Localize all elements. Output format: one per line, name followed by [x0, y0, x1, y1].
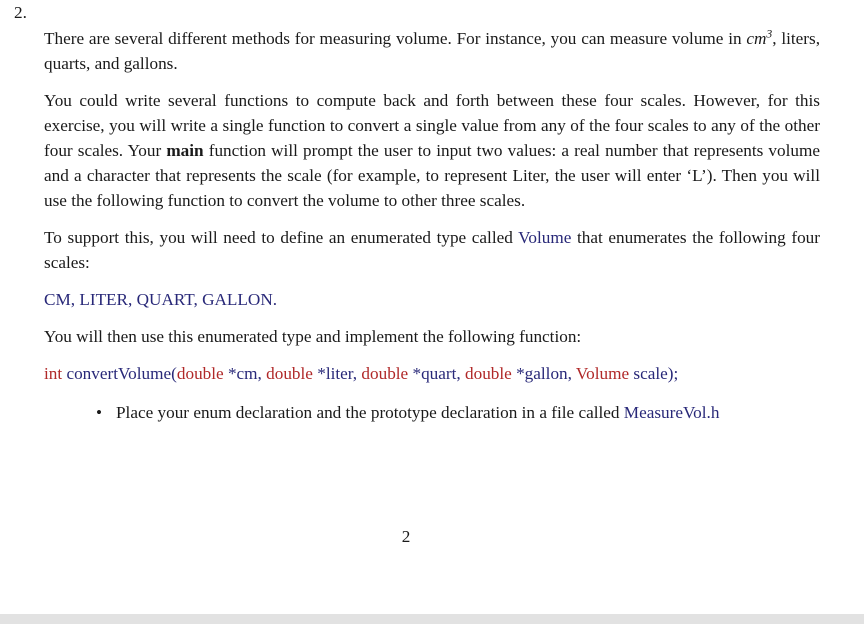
unit-symbol: cm	[746, 29, 767, 48]
signature-param4-type: double	[465, 364, 512, 383]
list-item-number: 2.	[14, 3, 27, 22]
function-signature-line: int convertVolume(double *cm, double *li…	[44, 361, 820, 386]
signature-param4-name: *gallon,	[511, 364, 576, 383]
bottom-strip	[0, 614, 864, 624]
signature-param5-name: scale);	[633, 364, 679, 383]
signature-param1-type: double	[176, 364, 224, 383]
requirements-bullet-list: • Place your enum declaration and the pro…	[44, 400, 820, 425]
list-item: • Place your enum declaration and the pro…	[72, 400, 820, 425]
signature-param2-type: double	[266, 364, 313, 383]
document-page: 2. There are several different methods f…	[0, 0, 864, 614]
signature-param3-type: double	[361, 364, 409, 383]
item-content: There are several different methods for …	[44, 0, 864, 425]
signature-param1-name: *cm,	[223, 364, 267, 383]
paragraph-enumerated-type: To support this, you will need to define…	[44, 225, 820, 275]
paragraph-implement-function: You will then use this enumerated type a…	[44, 327, 582, 346]
enum-type-name: Volume	[518, 228, 572, 247]
paragraph-enum-text-a: To support this, you will need to define…	[44, 228, 519, 247]
bullet-text: Place your enum declaration and the prot…	[116, 403, 624, 422]
signature-return-type: int	[44, 364, 63, 383]
signature-function-name: convertVolume(	[62, 364, 177, 383]
paragraph-intro-text-a: There are several different methods for …	[44, 29, 747, 48]
main-function-keyword: main	[166, 141, 204, 160]
page-number: 2	[401, 527, 411, 546]
paragraph-exercise-description: You could write several functions to com…	[44, 88, 820, 213]
signature-param2-name: *liter,	[312, 364, 362, 383]
bullet-filename: MeasureVol.h	[623, 403, 720, 422]
signature-param5-type: Volume	[575, 364, 630, 383]
signature-param3-name: *quart,	[408, 364, 465, 383]
enum-values-line: CM, LITER, QUART, GALLON.	[44, 290, 278, 309]
bullet-dot-icon: •	[96, 403, 103, 422]
numbered-list-item-2: 2. There are several different methods f…	[0, 0, 864, 425]
paragraph-intro: There are several different methods for …	[44, 0, 820, 76]
